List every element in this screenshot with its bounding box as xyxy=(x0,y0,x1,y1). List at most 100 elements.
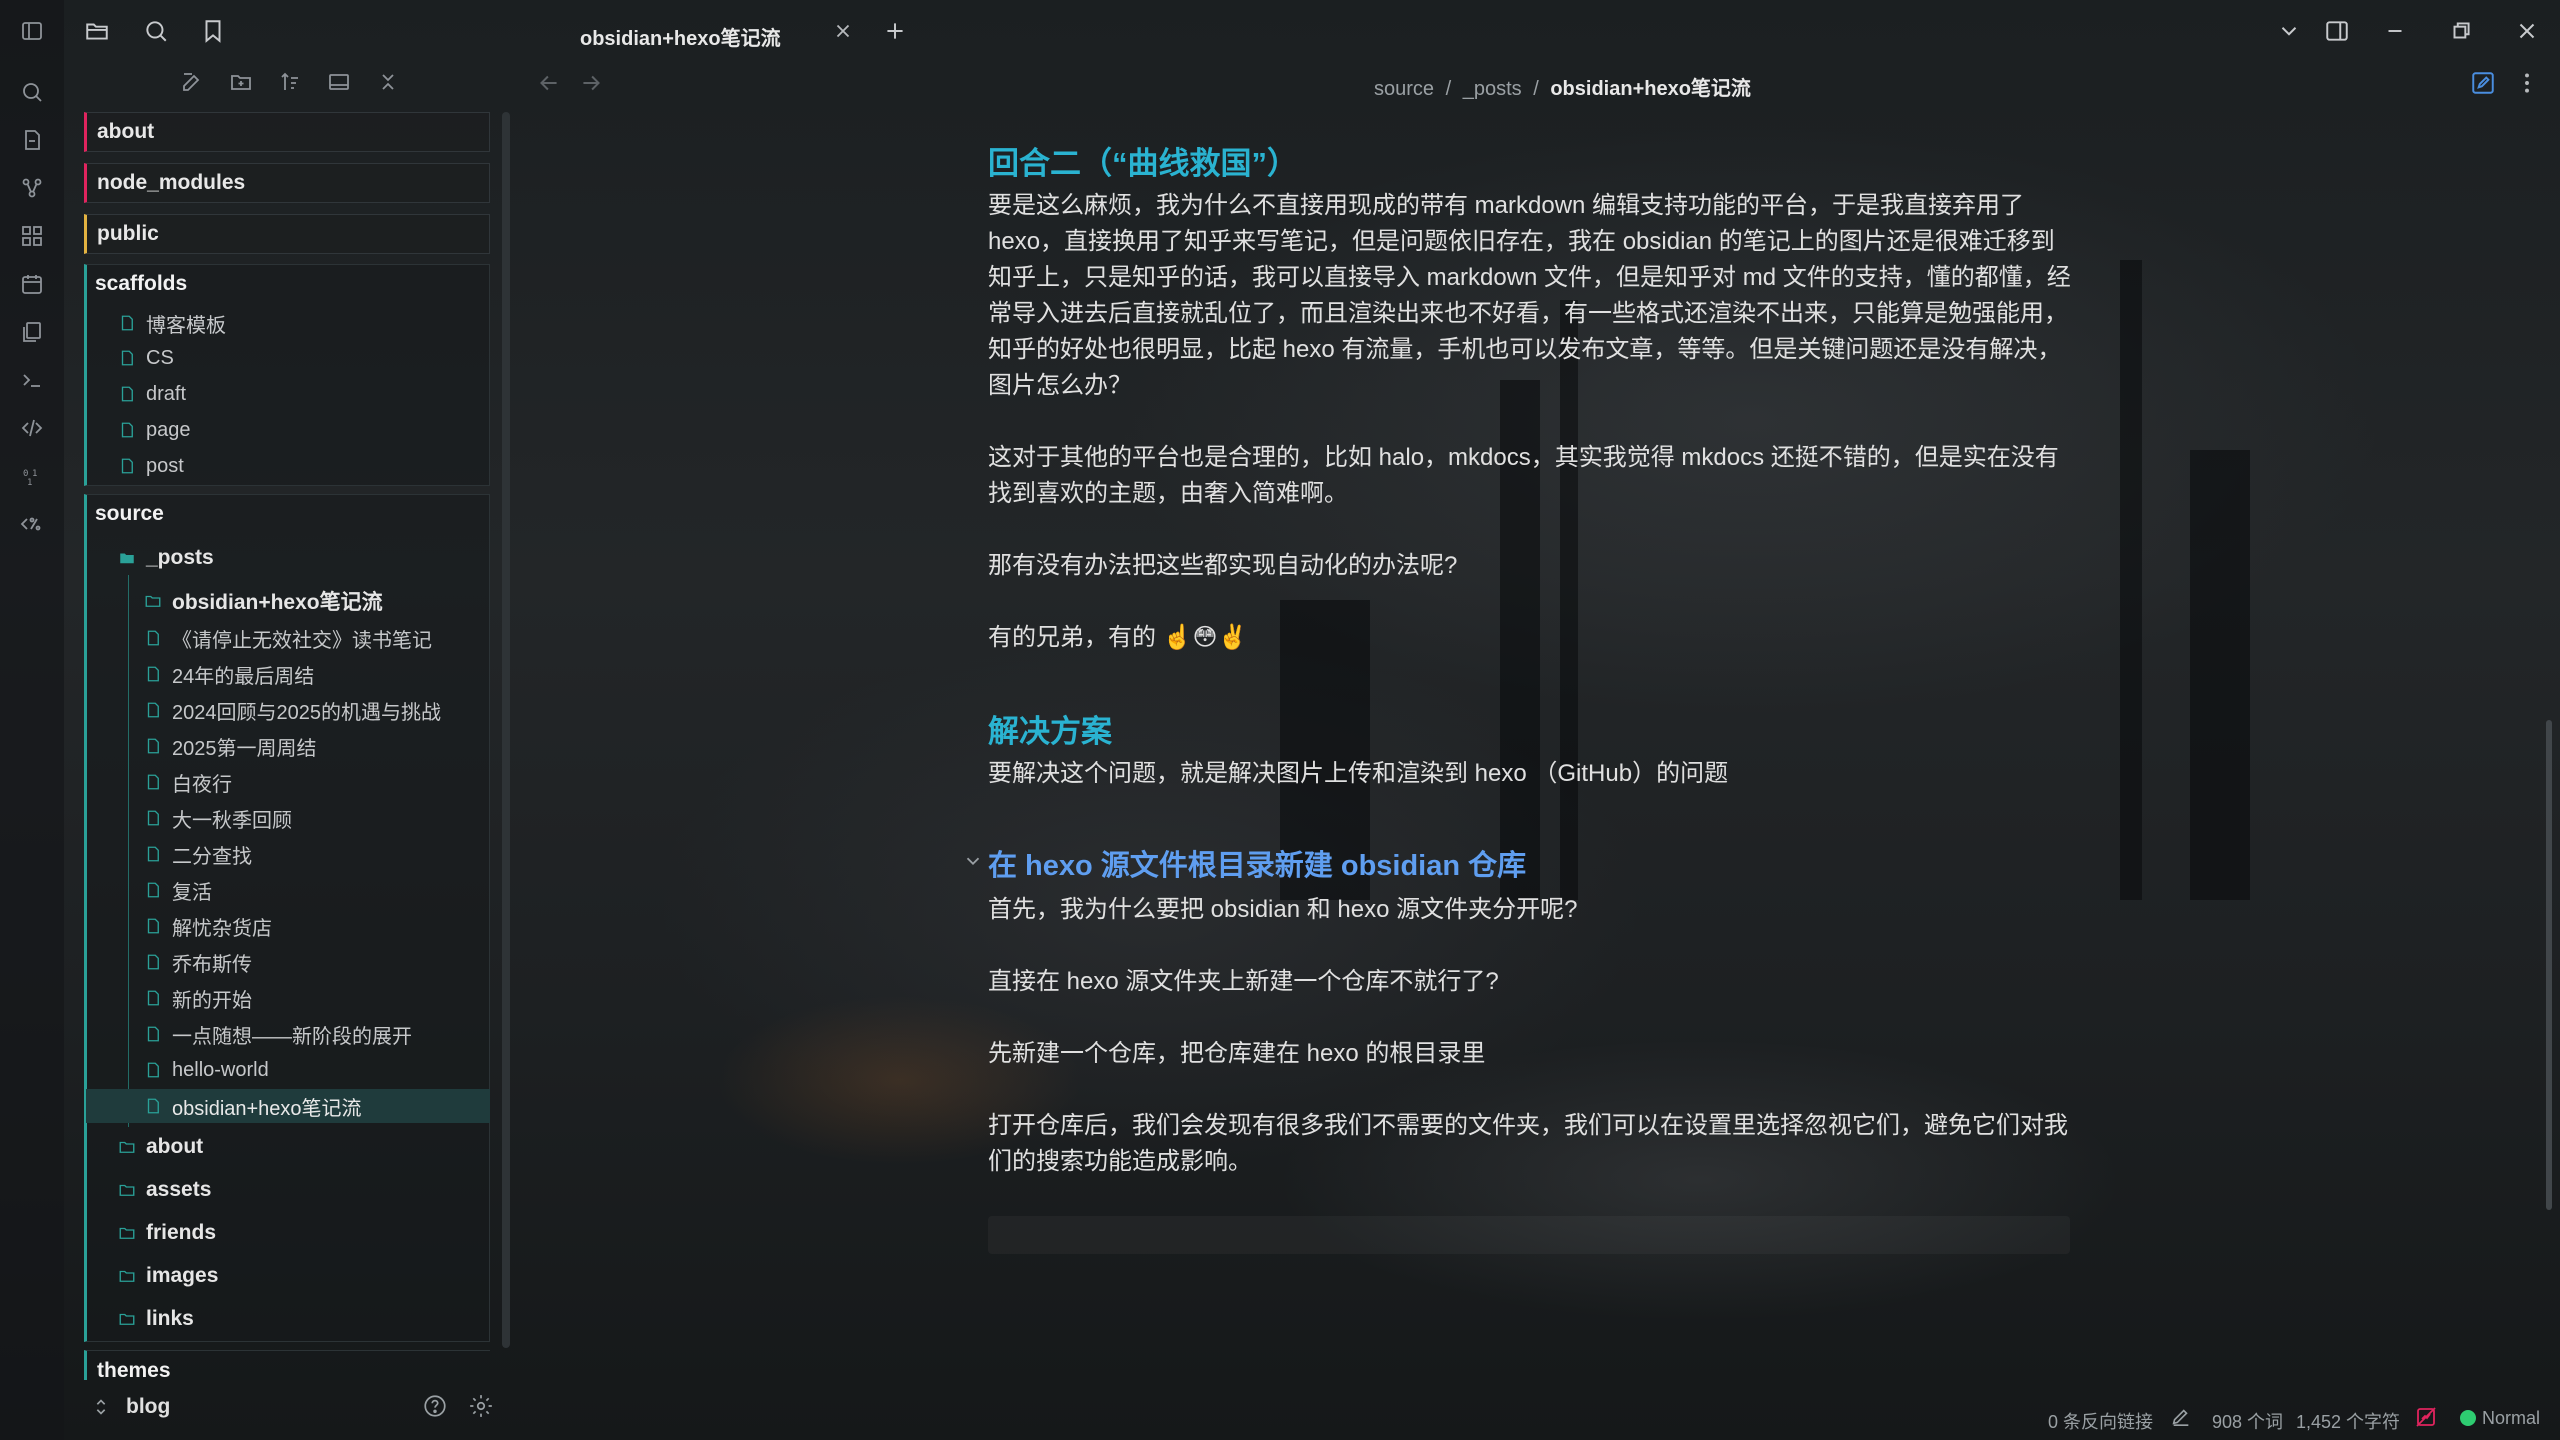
fold-chevron-icon[interactable] xyxy=(962,850,984,872)
sort-icon[interactable] xyxy=(276,68,304,96)
bookmark-icon[interactable] xyxy=(198,16,228,46)
paragraph: 先新建一个仓库，把仓库建在 hexo 的根目录里 xyxy=(988,1040,1486,1067)
paragraph: 直接在 hexo 源文件夹上新建一个仓库不就行了? xyxy=(988,968,1499,995)
breadcrumb-source[interactable]: source xyxy=(1374,78,1434,100)
chevron-down-icon[interactable] xyxy=(2274,16,2304,46)
terminal-icon[interactable] xyxy=(18,366,46,394)
vault-switcher[interactable]: blog xyxy=(90,1392,170,1422)
file-item[interactable]: 2025第一周周结 xyxy=(144,731,317,761)
file-item[interactable]: 复活 xyxy=(144,875,212,905)
tab-title: obsidian+hexo笔记流 xyxy=(580,28,781,50)
paragraph: 要是这么麻烦，我为什么不直接用现成的带有 markdown 编辑支持功能的平台，… xyxy=(988,192,2071,399)
auto-reveal-icon[interactable] xyxy=(325,68,353,96)
help-icon[interactable] xyxy=(422,1393,448,1419)
paragraph: 有的兄弟，有的 ☝️😳✌️ xyxy=(988,624,1248,651)
svg-text:1: 1 xyxy=(27,478,32,488)
pencil-icon[interactable] xyxy=(2170,1405,2192,1427)
folder-item[interactable]: links xyxy=(118,1304,194,1334)
editor-scrollbar[interactable] xyxy=(2546,720,2552,1210)
collapse-all-icon[interactable] xyxy=(374,68,402,96)
file-item[interactable]: 《请停止无效社交》读书笔记 xyxy=(144,623,432,653)
restore-icon[interactable] xyxy=(2446,16,2476,46)
folder-item[interactable]: friends xyxy=(118,1218,216,1248)
close-tab-icon[interactable] xyxy=(832,20,854,42)
folder-node-modules[interactable]: node_modules xyxy=(84,163,490,203)
canvas-icon[interactable] xyxy=(18,222,46,250)
folder-source-label[interactable]: source xyxy=(95,502,164,526)
folder-open-icon[interactable] xyxy=(82,16,112,46)
file-item[interactable]: post xyxy=(118,451,184,481)
folder-public[interactable]: public xyxy=(84,214,490,254)
graph-view-icon[interactable] xyxy=(18,174,46,202)
svg-text:1: 1 xyxy=(32,469,37,479)
folder-scaffolds-label[interactable]: scaffolds xyxy=(95,272,187,296)
paragraph: 这对于其他的平台也是合理的，比如 halo，mkdocs，其实我觉得 mkdoc… xyxy=(988,444,2059,507)
back-arrow-icon[interactable] xyxy=(536,70,562,96)
edit-mode-icon[interactable] xyxy=(2470,70,2496,96)
close-window-icon[interactable] xyxy=(2512,16,2542,46)
file-item[interactable]: 2024回顾与2025的机遇与挑战 xyxy=(144,695,441,725)
tab-active[interactable]: obsidian+hexo笔记流 xyxy=(560,8,870,58)
settings-gear-icon[interactable] xyxy=(468,1393,494,1419)
vault-name: blog xyxy=(126,1395,171,1418)
file-item[interactable]: 白夜行 xyxy=(144,767,232,797)
file-item-active[interactable]: obsidian+hexo笔记流 xyxy=(144,1091,362,1121)
word-count: 908 个词 xyxy=(2212,1412,2284,1432)
new-folder-icon[interactable] xyxy=(227,68,255,96)
search-icon[interactable] xyxy=(18,78,46,106)
paragraph: 首先，我为什么要把 obsidian 和 hexo 源文件夹分开呢? xyxy=(988,896,1578,923)
folder-item[interactable]: about xyxy=(118,1132,203,1162)
file-item[interactable]: CS xyxy=(118,343,174,373)
file-item[interactable]: draft xyxy=(118,379,186,409)
heading-solution: 解决方案 xyxy=(988,714,1112,749)
file-item[interactable]: page xyxy=(118,415,191,445)
sidebar-toggle-icon[interactable] xyxy=(18,17,46,45)
new-tab-icon[interactable] xyxy=(880,16,910,46)
breadcrumb-current[interactable]: obsidian+hexo笔记流 xyxy=(1550,78,1751,100)
right-sidebar-toggle-icon[interactable] xyxy=(2322,16,2352,46)
char-count: 1,452 个字符 xyxy=(2296,1412,2401,1432)
mode-dot-icon xyxy=(2460,1410,2476,1426)
minimize-icon[interactable] xyxy=(2380,16,2410,46)
breadcrumb: source / _posts / obsidian+hexo笔记流 xyxy=(1374,78,1751,100)
file-item[interactable]: 二分查找 xyxy=(144,839,252,869)
heading-new-vault: 在 hexo 源文件根目录新建 obsidian 仓库 xyxy=(988,850,1527,882)
paragraph: 那有没有办法把这些都实现自动化的办法呢? xyxy=(988,552,1458,579)
paragraph: 打开仓库后，我们会发现有很多我们不需要的文件夹，我们可以在设置里选择忽视它们，避… xyxy=(988,1112,2068,1175)
folder-posts[interactable]: _posts xyxy=(118,543,214,573)
file-item[interactable]: 大一秋季回顾 xyxy=(144,803,292,833)
binary-icon[interactable]: 011 xyxy=(18,462,46,490)
ribbon: 011 xyxy=(0,0,64,1440)
backlinks-count[interactable]: 0 条反向链接 xyxy=(2048,1408,2153,1434)
file-link-icon[interactable] xyxy=(18,126,46,154)
forward-arrow-icon[interactable] xyxy=(578,70,604,96)
folder-posts-subfolder[interactable]: obsidian+hexo笔记流 xyxy=(144,586,383,616)
tree-guide-line xyxy=(128,575,129,1127)
file-item[interactable]: 新的开始 xyxy=(144,983,252,1013)
file-item[interactable]: 24年的最后周结 xyxy=(144,659,314,689)
folder-item[interactable]: images xyxy=(118,1261,218,1291)
new-note-icon[interactable] xyxy=(178,68,206,96)
more-options-icon[interactable] xyxy=(2514,70,2540,96)
file-item[interactable]: 解忧杂货店 xyxy=(144,911,272,941)
file-item[interactable]: 一点随想——新阶段的展开 xyxy=(144,1019,412,1049)
templates-icon[interactable] xyxy=(18,318,46,346)
file-item[interactable]: hello-world xyxy=(144,1055,269,1085)
explorer-scrollbar[interactable] xyxy=(502,112,510,1348)
folder-about[interactable]: about xyxy=(84,112,490,152)
paragraph: 要解决这个问题，就是解决图片上传和渲染到 hexo （GitHub）的问题 xyxy=(988,760,1729,787)
breadcrumb-posts[interactable]: _posts xyxy=(1463,78,1522,100)
file-item[interactable]: 博客模板 xyxy=(118,308,226,338)
file-item[interactable]: 乔布斯传 xyxy=(144,947,252,977)
sync-error-icon[interactable] xyxy=(2414,1405,2438,1429)
vim-mode[interactable]: Normal xyxy=(2482,1408,2540,1429)
code-icon[interactable] xyxy=(18,414,46,442)
code-block[interactable] xyxy=(988,1216,2070,1254)
chevron-updown-icon xyxy=(90,1396,112,1418)
folder-item[interactable]: assets xyxy=(118,1175,211,1205)
folder-themes[interactable]: themes xyxy=(84,1350,490,1380)
search-files-icon[interactable] xyxy=(141,16,171,46)
heading-round-two: 回合二（“曲线救国”） xyxy=(988,146,1298,181)
calendar-icon[interactable] xyxy=(18,270,46,298)
templater-icon[interactable] xyxy=(18,510,46,538)
